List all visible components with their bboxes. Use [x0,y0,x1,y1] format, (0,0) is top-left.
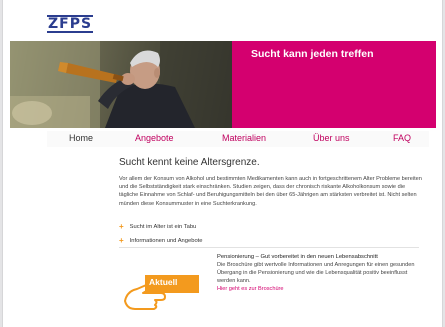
brochure-link[interactable]: Hier geht es zur Broschüre [217,285,422,293]
plus-icon: + [119,236,124,245]
man-drinking-from-bottle-photo [10,41,232,128]
link-sucht-im-alter[interactable]: + Sucht im Alter ist ein Tabu [119,221,197,231]
page-heading: Sucht kennt keine Altersgrenze. [119,157,260,168]
hero-banner: Sucht kann jeden treffen [10,41,436,128]
aktuell-label: Aktuell [149,277,178,287]
main-navigation: Home Angebote Materialien Über uns FAQ [47,131,429,147]
intro-paragraph: Vor allem der Konsum von Alkohol und bes… [119,176,422,207]
aktuell-teaser: Pensionierung – Gut vorbereitet in den n… [217,253,422,293]
nav-item-home[interactable]: Home [69,133,93,143]
teaser-title: Pensionierung – Gut vorbereitet in den n… [217,254,378,260]
teaser-text: Die Broschüre gibt wertvolle Information… [217,262,415,284]
hero-title: Sucht kann jeden treffen [251,48,374,60]
page: ZFPS Sucht kann jeden treffen Home Angeb… [2,0,443,327]
plus-icon: + [119,222,124,231]
hero-photo [10,41,232,128]
hero-title-panel: Sucht kann jeden treffen [232,41,436,128]
link-label: Sucht im Alter ist ein Tabu [129,224,197,230]
link-informationen-angebote[interactable]: + Informationen und Angebote [119,235,203,245]
section-divider [119,247,419,248]
link-label: Informationen und Angebote [129,238,203,244]
zfps-logo[interactable]: ZFPS [47,15,94,33]
nav-item-materialien[interactable]: Materialien [222,133,266,143]
nav-item-faq[interactable]: FAQ [393,133,411,143]
aktuell-badge[interactable]: Aktuell [121,271,201,311]
nav-item-ueber-uns[interactable]: Über uns [313,133,350,143]
nav-item-angebote[interactable]: Angebote [135,133,174,143]
